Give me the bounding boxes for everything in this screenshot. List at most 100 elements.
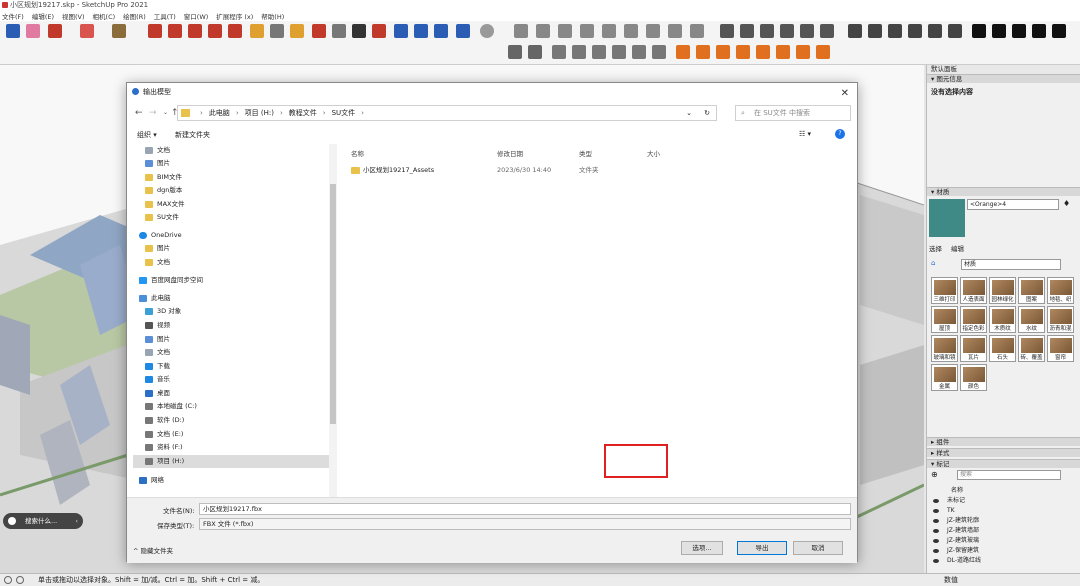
nav-item[interactable]: OneDrive	[139, 229, 182, 242]
home-icon[interactable]: ⌂	[931, 259, 935, 267]
tape-measure-icon[interactable]	[250, 24, 264, 38]
breadcrumb-item[interactable]: 项目 (H:)	[245, 106, 274, 120]
view-left-icon[interactable]	[948, 24, 962, 38]
sun-icon[interactable]	[736, 45, 750, 59]
menu-window[interactable]: 窗口(W)	[184, 11, 209, 21]
nav-item[interactable]: 3D 对象	[145, 305, 181, 318]
nav-item[interactable]: 软件 (D:)	[145, 414, 184, 427]
ambient-icon[interactable]	[816, 45, 830, 59]
select-tool-icon[interactable]	[6, 24, 20, 38]
tab-edit[interactable]: 编辑	[951, 243, 964, 253]
material-item[interactable]: 屋顶	[931, 306, 958, 333]
nav-item[interactable]: 本地磁盘 (C:)	[145, 400, 197, 413]
new-folder-button[interactable]: 新建文件夹	[175, 130, 210, 140]
sun-light-icon[interactable]	[776, 45, 790, 59]
tag-row[interactable]: JZ-建筑墙部	[933, 526, 979, 536]
style-hidden-line-icon[interactable]	[760, 24, 774, 38]
outer-shell-icon[interactable]	[690, 24, 704, 38]
tab-select[interactable]: 选择	[929, 243, 942, 253]
tag-row[interactable]: TK	[933, 506, 955, 516]
material-item[interactable]: 水纹	[1018, 306, 1045, 333]
material-item[interactable]: 砖、覆盖	[1018, 335, 1045, 362]
nav-item[interactable]: 音乐	[145, 373, 170, 386]
stamp-tool-icon[interactable]	[580, 24, 594, 38]
material-item[interactable]: 窗帘	[1047, 335, 1074, 362]
column-date[interactable]: 修改日期	[497, 148, 523, 158]
refresh-icon[interactable]: ↻	[704, 106, 710, 120]
sandbox-tools-icon[interactable]	[536, 24, 550, 38]
nav-item[interactable]: 文档	[145, 346, 170, 359]
components-header[interactable]: ▸ 组件	[927, 437, 1080, 446]
view-options-icon[interactable]: ☷ ▾	[799, 130, 811, 138]
nav-item[interactable]: 下载	[145, 360, 170, 373]
hide-folders-toggle[interactable]: ^ 隐藏文件夹	[133, 545, 173, 555]
column-type[interactable]: 类型	[579, 148, 592, 158]
scrollbar-thumb[interactable]	[330, 184, 336, 424]
menu-tools[interactable]: 工具(T)	[154, 11, 176, 21]
filetype-select[interactable]: FBX 文件 (*.fbx)	[199, 518, 851, 530]
extension-warehouse-icon[interactable]	[414, 24, 428, 38]
paint-icon[interactable]: ♦	[1063, 199, 1070, 208]
organize-button[interactable]: 组织 ▾	[137, 130, 157, 140]
nav-item[interactable]: 百度网盘同步空间	[139, 274, 203, 287]
menu-edit[interactable]: 编辑(E)	[32, 11, 54, 21]
column-name[interactable]: 名称	[351, 148, 364, 158]
nav-item[interactable]: 文档 (E:)	[145, 428, 183, 441]
orbit-tool-icon[interactable]	[312, 24, 326, 38]
line-tool-icon[interactable]	[48, 24, 62, 38]
breadcrumb-item[interactable]: 教程文件	[289, 106, 317, 120]
search-pill[interactable]: 搜索什么... ‹	[3, 513, 83, 529]
file-row[interactable]: 小区规划19217_Assets 2023/6/30 14:40 文件夹	[351, 164, 651, 177]
material-item[interactable]: 玻璃和镜	[931, 335, 958, 362]
menu-camera[interactable]: 相机(C)	[93, 11, 116, 21]
shape-tool-icon[interactable]	[80, 24, 94, 38]
material-item[interactable]: 指定色彩	[960, 306, 987, 333]
info-icon[interactable]	[4, 576, 12, 584]
menu-extensions[interactable]: 扩展程序 (x)	[216, 11, 253, 21]
nav-item[interactable]: 图片	[145, 333, 170, 346]
tags-header[interactable]: ▾ 标记	[927, 459, 1080, 468]
geo-icon[interactable]	[16, 576, 24, 584]
filename-input[interactable]: 小区规划19217.fbx	[199, 503, 851, 515]
material-item[interactable]: 瓦片	[960, 335, 987, 362]
menu-view[interactable]: 视图(V)	[62, 11, 85, 21]
rotate-tool-icon[interactable]	[208, 24, 222, 38]
material-item[interactable]: 金属	[931, 364, 958, 391]
column-size[interactable]: 大小	[647, 148, 660, 158]
view-iso-icon[interactable]	[848, 24, 862, 38]
nav-item[interactable]: 视频	[145, 319, 170, 332]
move-tool-icon[interactable]	[188, 24, 202, 38]
tag-row[interactable]: JZ-建筑玻璃	[933, 536, 979, 546]
pan-tool-icon[interactable]	[332, 24, 346, 38]
plug-icon[interactable]	[1012, 24, 1026, 38]
document-icon[interactable]	[1052, 24, 1066, 38]
nav-item[interactable]: SU文件	[145, 211, 179, 224]
follow-me-icon[interactable]	[168, 24, 182, 38]
view-top-icon[interactable]	[868, 24, 882, 38]
cancel-button[interactable]: 取消	[793, 541, 843, 555]
refresh-icon[interactable]	[972, 24, 986, 38]
material-item[interactable]: 地毯、织	[1047, 277, 1074, 304]
material-item[interactable]: 颜色	[960, 364, 987, 391]
view-back-icon[interactable]	[928, 24, 942, 38]
style-wireframe-icon[interactable]	[740, 24, 754, 38]
address-bar[interactable]: › 此电脑 › 项目 (H:) › 教程文件 › SU文件 › ⌄ ↻	[177, 105, 717, 121]
menu-draw[interactable]: 绘图(R)	[123, 11, 146, 21]
breadcrumb-item[interactable]: 此电脑	[209, 106, 230, 120]
component-tool-icon[interactable]	[508, 45, 522, 59]
zoom-extents-icon[interactable]	[372, 24, 386, 38]
user-account-icon[interactable]	[480, 24, 494, 38]
intersect-tool-icon[interactable]	[632, 45, 646, 59]
nav-item-selected[interactable]: 项目 (H:)	[133, 455, 333, 468]
dropdown-icon[interactable]: ⌄	[686, 106, 692, 120]
material-item[interactable]: 图案	[1018, 277, 1045, 304]
extension-manager-icon[interactable]	[456, 24, 470, 38]
text-tool-icon[interactable]	[270, 24, 284, 38]
area-light-icon[interactable]	[716, 45, 730, 59]
nav-item[interactable]: 文档	[145, 256, 170, 269]
layout-icon[interactable]	[434, 24, 448, 38]
nav-item[interactable]: 图片	[145, 157, 170, 170]
nav-item[interactable]: 此电脑	[139, 292, 171, 305]
trim-tool-icon[interactable]	[612, 45, 626, 59]
nav-item[interactable]: MAX文件	[145, 198, 185, 211]
